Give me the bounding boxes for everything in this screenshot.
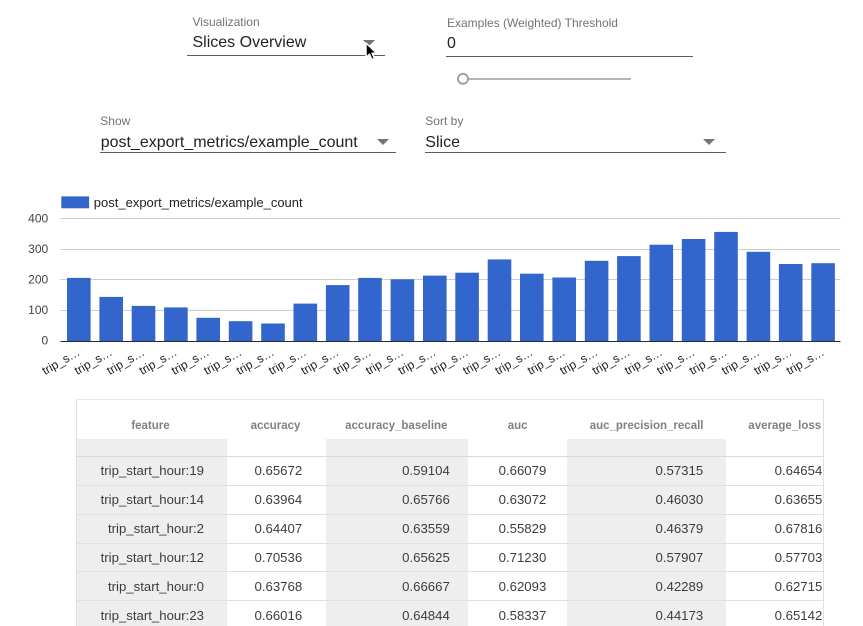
svg-text:400: 400 [28,212,48,226]
svg-text:200: 200 [28,273,48,287]
svg-text:post_export_metrics/example_co: post_export_metrics/example_count [94,195,303,210]
svg-text:0: 0 [42,334,49,348]
svg-text:100: 100 [28,303,48,317]
svg-text:300: 300 [28,242,48,256]
svg-text:trip_s…: trip_s… [784,345,827,378]
